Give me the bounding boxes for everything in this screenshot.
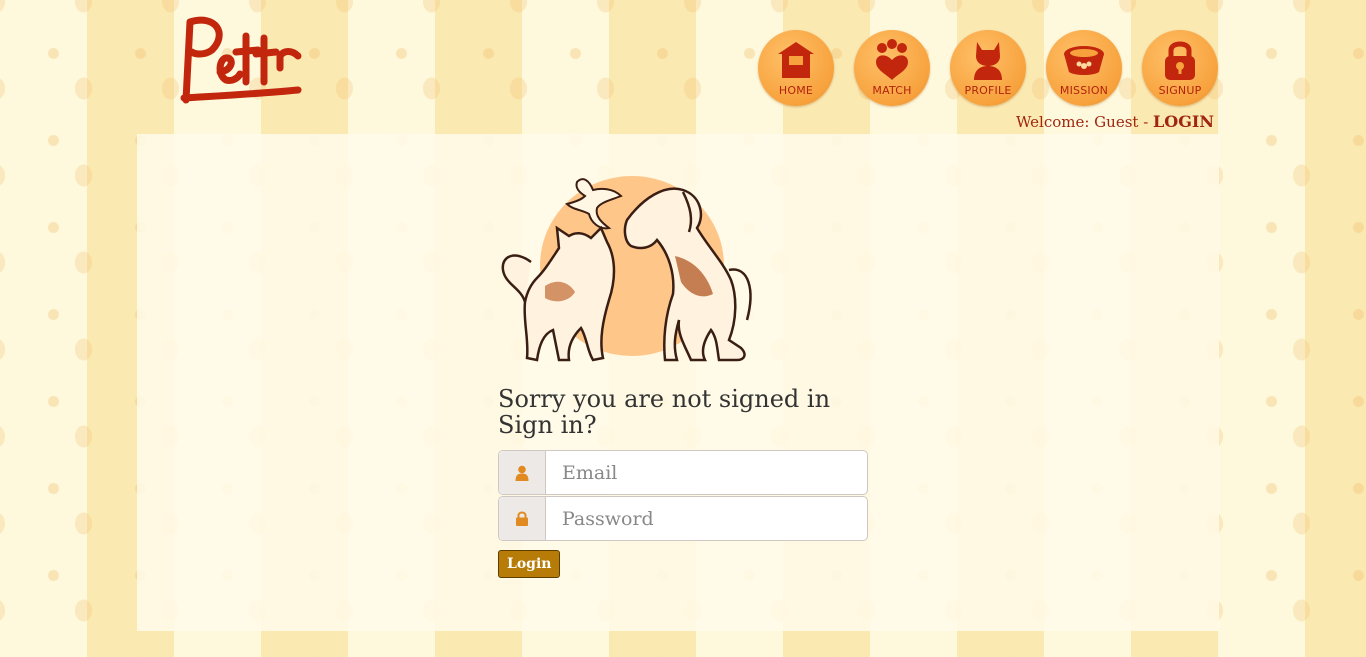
nav-mission-label: MISSION: [1059, 84, 1109, 97]
not-signed-in-text: Sorry you are not signed in: [498, 385, 831, 413]
main-nav: HOME MATCH PROFILE MISSION SIGNUP: [758, 30, 1218, 106]
nav-match-label: MATCH: [872, 84, 912, 97]
login-button[interactable]: Login: [498, 550, 561, 578]
lock-icon: [499, 497, 546, 540]
nav-profile-label: PROFILE: [964, 84, 1012, 97]
password-field-group: [498, 496, 868, 541]
welcome-text: Welcome: Guest: [1015, 113, 1139, 131]
email-input[interactable]: [546, 451, 867, 494]
header-login-link[interactable]: LOGIN: [1153, 112, 1214, 131]
email-field-group: [498, 450, 868, 495]
pet-bowl-icon: [1061, 38, 1107, 82]
cat-profile-icon: [965, 38, 1011, 82]
signin-heading: Sorry you are not signed in Sign in?: [498, 386, 918, 438]
welcome-bar: Welcome: Guest - LOGIN: [1016, 112, 1214, 131]
nav-home-label: HOME: [778, 84, 814, 97]
nav-profile-button[interactable]: PROFILE: [950, 30, 1026, 106]
nav-mission-button[interactable]: MISSION: [1046, 30, 1122, 106]
house-icon: [773, 38, 819, 82]
nav-match-button[interactable]: MATCH: [854, 30, 930, 106]
sign-in-prompt-text: Sign in?: [498, 411, 597, 439]
nav-home-button[interactable]: HOME: [758, 30, 834, 106]
password-input[interactable]: [546, 497, 867, 540]
paw-heart-icon: [869, 38, 915, 82]
padlock-icon: [1157, 38, 1203, 82]
cat-dog-bird-illustration: [497, 170, 765, 370]
nav-signup-button[interactable]: SIGNUP: [1142, 30, 1218, 106]
nav-signup-label: SIGNUP: [1158, 84, 1202, 97]
welcome-separator: -: [1138, 113, 1154, 131]
user-icon: [499, 451, 546, 494]
logo[interactable]: [176, 12, 306, 104]
